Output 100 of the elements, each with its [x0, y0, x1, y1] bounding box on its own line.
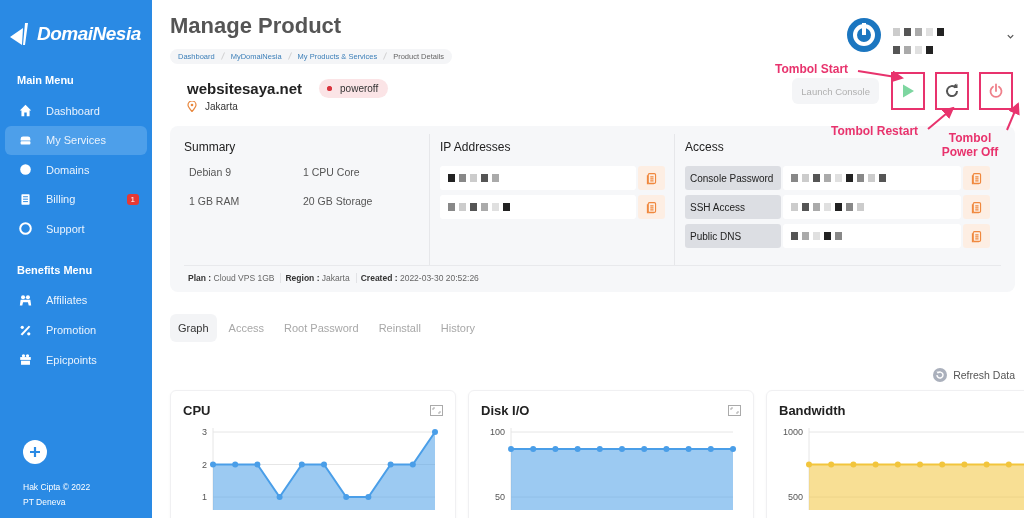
chart-title: CPU	[183, 403, 211, 418]
data-point	[806, 461, 812, 468]
copy-icon	[645, 171, 658, 185]
data-point	[685, 445, 692, 452]
axis-tick-label: 1000	[782, 427, 803, 437]
tab[interactable]: Access	[220, 314, 273, 342]
data-point	[917, 461, 923, 468]
product-name: websitesaya.net	[187, 80, 303, 97]
data-point	[530, 445, 537, 452]
data-point	[232, 461, 239, 468]
annotation-text: Tombol Power Off	[940, 131, 1000, 159]
chart-title: Disk I/O	[481, 403, 530, 418]
copy-icon	[970, 229, 983, 243]
menu-item[interactable]: My Services	[5, 125, 147, 155]
home-icon	[19, 104, 32, 117]
data-point	[894, 461, 901, 468]
slash-separator-icon	[220, 52, 225, 60]
section-title: Summary	[184, 140, 236, 154]
data-point	[276, 494, 283, 500]
menu-item[interactable]: Epicpoints	[5, 345, 147, 375]
spec-text: 1 CPU Core	[303, 166, 361, 178]
annotation-text: Tombol Restart	[831, 124, 919, 138]
data-point	[574, 445, 581, 452]
refresh-data-button[interactable]: Refresh Data	[933, 368, 1015, 382]
data-point	[365, 494, 372, 500]
copy-button[interactable]	[963, 195, 990, 219]
copyright-text: PT Deneva	[23, 496, 67, 509]
data-point	[432, 429, 438, 435]
chart-title: Bandwidth	[779, 403, 846, 418]
menu-item[interactable]: Dashboard	[5, 96, 147, 125]
menu-item[interactable]: Affiliates	[5, 285, 147, 315]
location-text: Jakarta	[205, 101, 238, 112]
percent-icon	[19, 323, 32, 337]
axis-tick-label: 50	[495, 492, 505, 502]
status-badge: poweroff	[319, 79, 389, 98]
data-point	[707, 445, 714, 452]
tab[interactable]: Reinstall	[370, 314, 429, 342]
data-point	[254, 461, 261, 468]
data-point	[850, 461, 857, 468]
menu-item[interactable]: Promotion	[5, 315, 147, 345]
restart-button[interactable]	[935, 72, 969, 110]
location-pin-icon	[187, 101, 197, 112]
data-point	[210, 461, 216, 468]
data-point	[663, 445, 670, 452]
spec-text: 20 GB Storage	[303, 195, 374, 207]
tab[interactable]: Root Password	[276, 314, 367, 342]
pointer-arrow	[857, 70, 904, 83]
axis-tick-label: 3	[202, 427, 207, 437]
data-point	[641, 445, 648, 452]
copy-icon	[645, 200, 658, 214]
menu-item[interactable]: Support	[5, 214, 147, 244]
data-point	[298, 461, 305, 468]
axis-tick-label: 500	[787, 492, 803, 502]
start-button[interactable]	[891, 72, 925, 110]
power-button[interactable]	[979, 72, 1013, 110]
copy-button[interactable]	[963, 224, 990, 248]
field-label: SSH Access	[685, 195, 781, 219]
data-point	[596, 445, 603, 452]
count-badge: 1	[126, 193, 139, 205]
data-point	[321, 461, 327, 468]
spec-text: 1 GB RAM	[189, 195, 241, 207]
play-icon	[900, 83, 916, 99]
axis-tick-label: 100	[489, 427, 505, 437]
section-title: Access	[685, 140, 724, 154]
data-point	[983, 461, 990, 468]
add-button[interactable]	[23, 440, 47, 464]
copy-button[interactable]	[638, 195, 665, 219]
page-title: Manage Product	[170, 13, 343, 39]
section-title: IP Addresses	[440, 140, 511, 154]
menu-heading: Benefits Menu	[17, 263, 94, 276]
data-point	[343, 494, 350, 500]
data-point	[387, 461, 394, 468]
avatar-icon[interactable]	[847, 18, 881, 52]
menu-item[interactable]: Domains	[5, 155, 147, 185]
pointer-arrow	[1006, 102, 1020, 131]
power-icon	[988, 83, 1004, 99]
data-point	[828, 461, 835, 468]
plus-icon	[29, 446, 41, 458]
tab[interactable]: Graph	[170, 314, 217, 342]
copy-button[interactable]	[963, 166, 990, 190]
data-point	[409, 461, 416, 468]
server-icon	[19, 133, 32, 147]
expand-icon[interactable]	[430, 405, 443, 416]
field-label: Console Password	[685, 166, 781, 190]
status-dot	[327, 86, 333, 91]
copy-icon	[970, 200, 983, 214]
chevron-down-icon[interactable]	[1006, 32, 1015, 41]
refresh-icon	[933, 368, 948, 382]
tab[interactable]: History	[432, 314, 484, 342]
data-point	[730, 445, 736, 452]
expand-icon[interactable]	[728, 405, 741, 416]
annotation-text: Tombol Start	[775, 62, 849, 76]
axis-tick-label: 2	[202, 459, 207, 470]
people-icon	[19, 293, 32, 307]
field-label: Public DNS	[685, 224, 781, 248]
menu-item[interactable]: Billing 1	[5, 184, 147, 214]
axis-tick-label: 1	[202, 492, 207, 502]
gift-icon	[19, 353, 32, 367]
data-point	[939, 461, 946, 468]
copy-button[interactable]	[638, 166, 665, 190]
